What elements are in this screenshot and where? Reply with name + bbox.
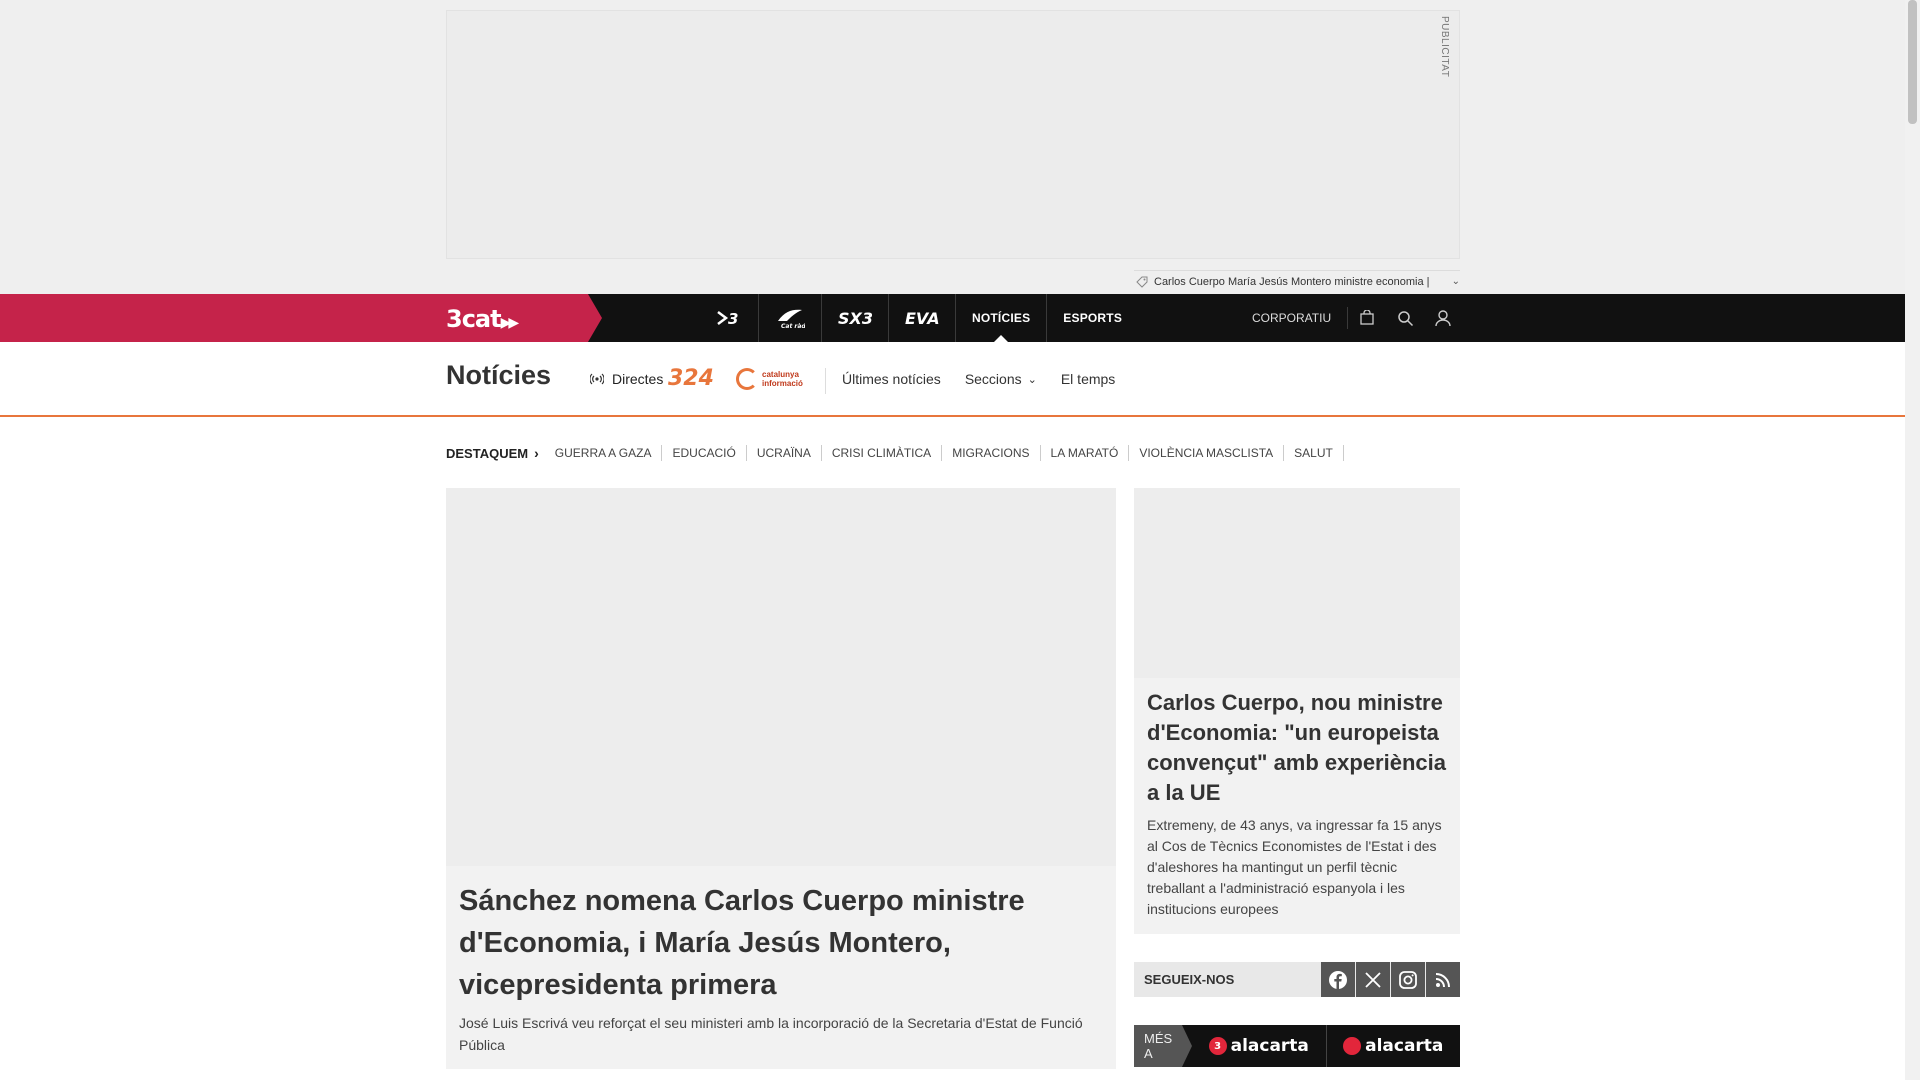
side-story-image[interactable] xyxy=(1134,488,1460,678)
scrollbar-track[interactable] xyxy=(1905,0,1920,1080)
logo-324[interactable]: 324 xyxy=(668,366,714,391)
follow-us-label: SEGUEIX-NOS xyxy=(1144,972,1235,987)
directes-label: Directes xyxy=(612,371,664,387)
3cat-logo[interactable]: 3cat▶▶ xyxy=(446,305,519,333)
user-account-button[interactable] xyxy=(1424,294,1462,342)
topic-link[interactable]: MIGRACIONS xyxy=(942,445,1041,461)
channel-nav: 3 Cat ràdio SX3 EVA NOTÍCIES ESPORTS xyxy=(700,294,1138,342)
channel-esports[interactable]: ESPORTS xyxy=(1047,294,1138,342)
side-story-headline[interactable]: Carlos Cuerpo, nou ministre d'Economia: … xyxy=(1147,688,1447,808)
scrollbar-thumb[interactable] xyxy=(1908,0,1917,124)
alacarta-label: alacarta xyxy=(1365,1036,1444,1056)
chevron-down-icon: ⌄ xyxy=(1027,373,1037,386)
catradio-logo-icon: Cat ràdio xyxy=(778,309,805,329)
ad-ticker-text: Carlos Cuerpo María Jesús Montero minist… xyxy=(1154,275,1430,288)
chevron-down-icon[interactable]: ⌄ xyxy=(1452,276,1460,287)
svg-text:SX3: SX3 xyxy=(838,309,872,327)
main-story-headline[interactable]: Sánchez nomena Carlos Cuerpo ministre d'… xyxy=(459,880,1099,1006)
instagram-button[interactable] xyxy=(1391,962,1425,997)
tv3-badge-icon: 3 xyxy=(1208,1037,1227,1055)
3cat-logo-text: 3cat xyxy=(446,305,502,333)
ad-banner[interactable] xyxy=(446,10,1460,259)
alacarta-label: alacarta xyxy=(1230,1036,1309,1056)
main-story-summary: José Luis Escrivá veu reforçat el seu mi… xyxy=(459,1015,1083,1053)
facebook-icon xyxy=(1329,970,1347,989)
ad-label: PUBLICITAT xyxy=(1439,16,1450,78)
channel-sx3[interactable]: SX3 xyxy=(822,294,889,342)
topic-link[interactable]: VIOLÈNCIA MASCLISTA xyxy=(1129,445,1285,461)
topic-link[interactable]: LA MARATÓ xyxy=(1041,445,1130,461)
main-story-image[interactable] xyxy=(446,488,1116,866)
chevron-right-icon: › xyxy=(534,445,539,461)
top-right-nav: CORPORATIU xyxy=(1240,294,1462,342)
channel-eva[interactable]: EVA xyxy=(889,294,956,342)
live-broadcast-icon xyxy=(590,373,604,385)
link-ultimes-noticies[interactable]: Últimes notícies xyxy=(842,371,941,387)
divider xyxy=(825,368,826,394)
topic-link[interactable]: GUERRA A GAZA xyxy=(545,445,663,461)
topic-link[interactable]: UCRAÏNA xyxy=(747,445,822,461)
shop-button[interactable] xyxy=(1348,294,1386,342)
tag-icon xyxy=(1136,276,1148,288)
corporate-link[interactable]: CORPORATIU xyxy=(1240,307,1349,329)
topic-link[interactable]: CRISI CLIMÀTICA xyxy=(822,445,943,461)
side-story-summary: Extremeny, de 43 anys, va ingressar fa 1… xyxy=(1147,817,1442,917)
svg-text:3: 3 xyxy=(728,310,738,327)
catradio-alacarta-link[interactable]: alacarta xyxy=(1327,1025,1461,1067)
catalunya-informacio-icon xyxy=(736,368,758,390)
tv3-logo-icon: 3 xyxy=(717,310,738,327)
eva-logo-icon: EVA xyxy=(905,309,939,327)
svg-text:Cat ràdio: Cat ràdio xyxy=(781,323,805,329)
mes-a-label: MÉS A xyxy=(1134,1025,1192,1067)
ad-ticker[interactable]: Carlos Cuerpo María Jesús Montero minist… xyxy=(1134,270,1460,292)
tv3-alacarta-link[interactable]: 3 alacarta xyxy=(1192,1025,1327,1067)
shopping-bag-icon xyxy=(1360,310,1374,325)
catalunya-informacio-text: catalunya informació xyxy=(762,370,803,388)
topic-link[interactable]: EDUCACIÓ xyxy=(662,445,747,461)
directes-link[interactable]: Directes xyxy=(590,371,663,387)
user-icon xyxy=(1435,310,1451,327)
catradio-badge-icon xyxy=(1343,1037,1362,1055)
logo-catalunya-informacio[interactable]: catalunya informació xyxy=(736,368,803,390)
highlights-strip: DESTAQUEM › GUERRA A GAZA EDUCACIÓ UCRAÏN… xyxy=(446,445,1344,461)
section-title[interactable]: Notícies xyxy=(446,360,551,391)
link-seccions[interactable]: Seccions ⌄ xyxy=(965,371,1037,387)
rss-button[interactable] xyxy=(1426,962,1460,997)
x-icon xyxy=(1365,971,1381,988)
section-links: Últimes notícies Seccions ⌄ El temps xyxy=(842,371,1115,387)
channel-tv3[interactable]: 3 xyxy=(700,294,759,342)
sx3-logo-icon: SX3 xyxy=(838,309,872,327)
logo-324-text: 324 xyxy=(668,366,714,391)
channel-catradio[interactable]: Cat ràdio xyxy=(759,294,822,342)
page: { "ad": { "label": "PUBLICITAT", "ticker… xyxy=(0,0,1920,1080)
facebook-button[interactable] xyxy=(1321,962,1355,997)
link-el-temps[interactable]: El temps xyxy=(1061,371,1115,387)
mes-a-alacarta-bar: MÉS A 3 alacarta alacarta xyxy=(1134,1025,1460,1067)
instagram-icon xyxy=(1399,970,1417,989)
channel-noticies[interactable]: NOTÍCIES xyxy=(956,294,1048,342)
x-button[interactable] xyxy=(1356,962,1390,997)
highlights-label: DESTAQUEM › xyxy=(446,445,539,461)
svg-text:EVA: EVA xyxy=(905,309,939,327)
search-icon xyxy=(1397,310,1413,326)
follow-us-bar: SEGUEIX-NOS xyxy=(1134,962,1460,997)
search-button[interactable] xyxy=(1386,294,1424,342)
rss-icon xyxy=(1435,972,1450,987)
topic-link[interactable]: SALUT xyxy=(1284,445,1344,461)
